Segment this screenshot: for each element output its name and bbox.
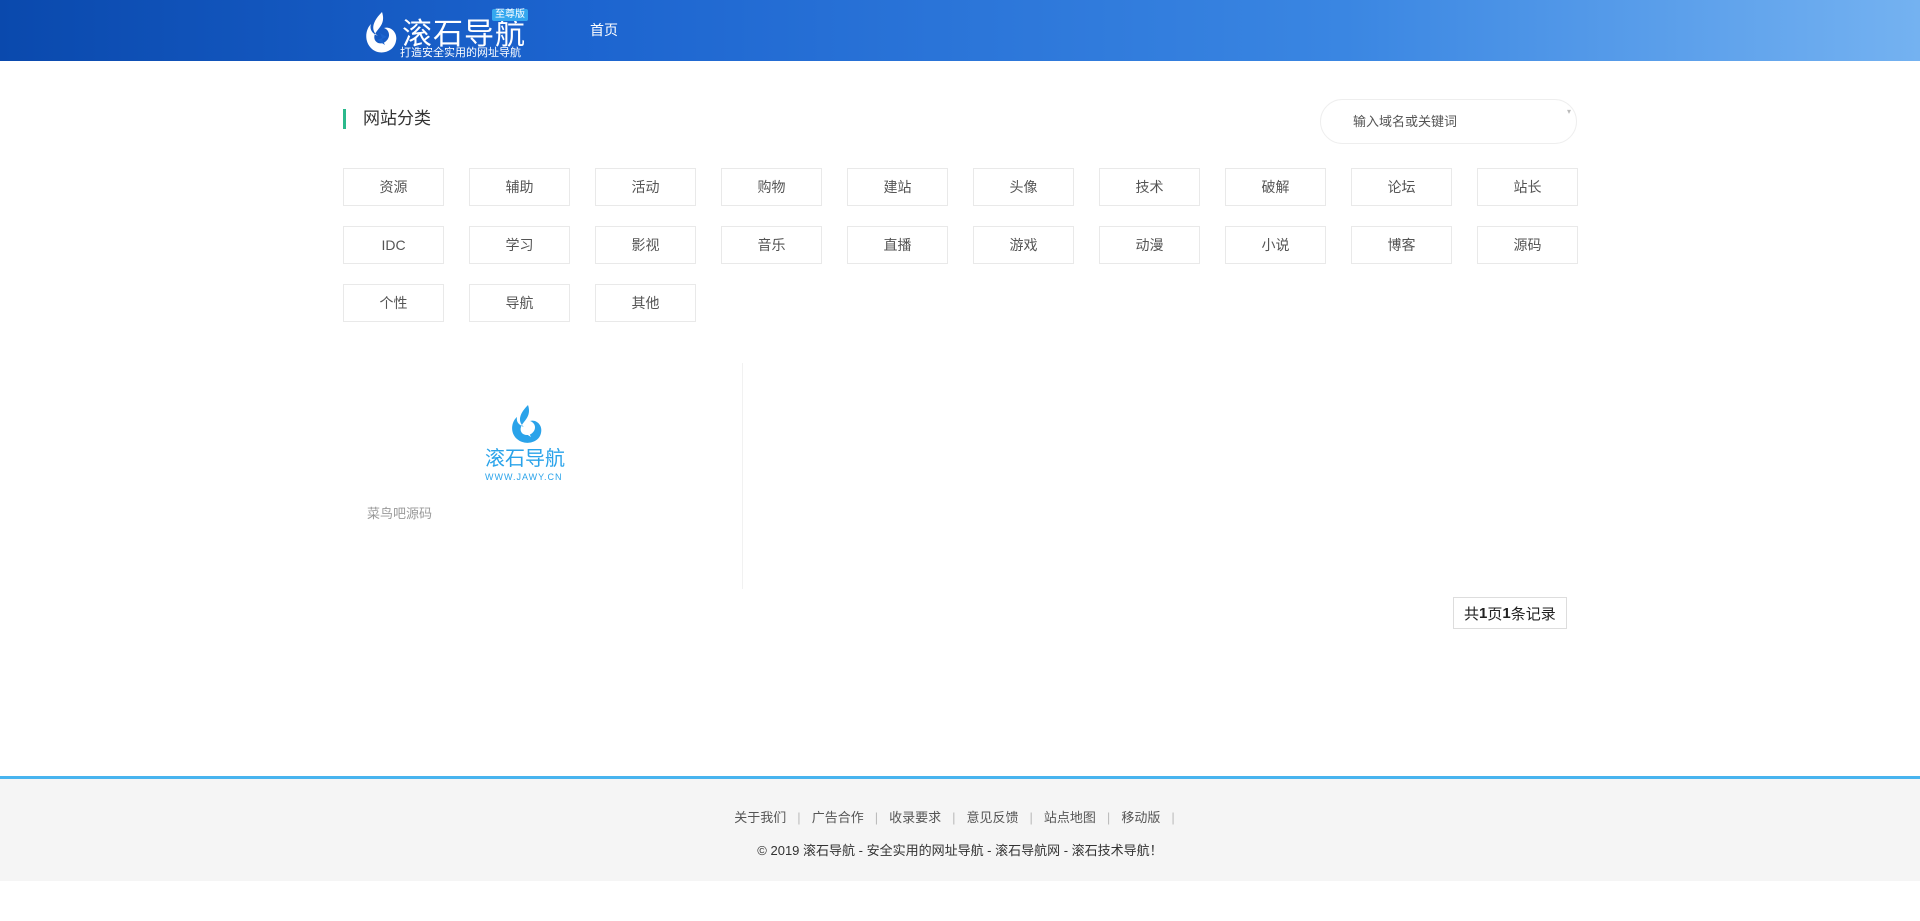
footer-separator: | xyxy=(874,810,879,825)
category-button[interactable]: 购物 xyxy=(721,168,822,206)
pagination-prefix: 共 xyxy=(1464,605,1480,623)
category-button[interactable]: 源码 xyxy=(1477,226,1578,264)
category-button[interactable]: 其他 xyxy=(595,284,696,322)
category-button[interactable]: IDC xyxy=(343,226,444,264)
site-card[interactable]: 滚石导航 WWW.JAWY.CN 菜鸟吧源码 xyxy=(343,363,743,589)
category-button[interactable]: 辅助 xyxy=(469,168,570,206)
pagination-middle: 页 xyxy=(1487,605,1503,623)
footer-separator: | xyxy=(952,810,956,825)
footer-link-about[interactable]: 关于我们 xyxy=(734,810,786,825)
footer-link-requirements[interactable]: 收录要求 xyxy=(889,810,941,825)
footer-link-ads[interactable]: 广告合作 xyxy=(812,810,864,825)
category-button[interactable]: 头像 xyxy=(973,168,1074,206)
site-card-logo[interactable]: 滚石导航 WWW.JAWY.CN xyxy=(483,403,568,483)
pagination-summary: 共 1 页 1 条记录 xyxy=(1453,597,1567,629)
category-button[interactable]: 导航 xyxy=(469,284,570,322)
category-button[interactable]: 音乐 xyxy=(721,226,822,264)
footer-link-feedback[interactable]: 意见反馈 xyxy=(967,810,1019,825)
header-bar: 滚石导航 至尊版 打造安全实用的网址导航 首页 xyxy=(0,0,1920,61)
category-button[interactable]: 站长 xyxy=(1477,168,1578,206)
logo-slogan: 打造安全实用的网址导航 xyxy=(400,47,521,59)
pagination-records: 1 xyxy=(1502,604,1511,622)
site-card-logo-url: WWW.JAWY.CN xyxy=(485,472,563,482)
category-button[interactable]: 技术 xyxy=(1099,168,1200,206)
section-title: 网站分类 xyxy=(343,109,431,129)
category-button[interactable]: 动漫 xyxy=(1099,226,1200,264)
site-card-name[interactable]: 菜鸟吧源码 xyxy=(367,503,432,522)
category-button[interactable]: 博客 xyxy=(1351,226,1452,264)
footer-separator: | xyxy=(1029,810,1033,825)
flame-logo-icon xyxy=(366,12,397,53)
footer: 关于我们 | 广告合作 | 收录要求 | 意见反馈 | 站点地图 | 移动版 | © 2019 滚石导… xyxy=(0,776,1920,881)
category-grid: 资源 辅助 活动 购物 建站 头像 技术 破解 论坛 站长 IDC 学习 影视 … xyxy=(343,168,1578,322)
category-button[interactable]: 破解 xyxy=(1225,168,1326,206)
category-button[interactable]: 论坛 xyxy=(1351,168,1452,206)
category-button[interactable]: 个性 xyxy=(343,284,444,322)
category-button[interactable]: 活动 xyxy=(595,168,696,206)
category-button[interactable]: 学习 xyxy=(469,226,570,264)
search-icon[interactable]: ▾ xyxy=(1567,108,1575,116)
footer-separator: | xyxy=(1106,810,1111,825)
footer-separator: | xyxy=(1171,810,1175,825)
category-button[interactable]: 建站 xyxy=(847,168,948,206)
nav-home-link[interactable]: 首页 xyxy=(590,20,618,40)
footer-link-sitemap[interactable]: 站点地图 xyxy=(1044,810,1096,825)
logo-badge: 至尊版 xyxy=(492,9,528,21)
category-button[interactable]: 影视 xyxy=(595,226,696,264)
footer-links: 关于我们 | 广告合作 | 收录要求 | 意见反馈 | 站点地图 | 移动版 | xyxy=(0,807,1920,826)
pagination-pages: 1 xyxy=(1479,604,1488,622)
search-input[interactable] xyxy=(1320,99,1577,144)
logo-text: 滚石导航 xyxy=(402,17,526,52)
footer-link-mobile[interactable]: 移动版 xyxy=(1121,810,1160,825)
category-button[interactable]: 游戏 xyxy=(973,226,1074,264)
site-card-logo-text: 滚石导航 xyxy=(485,448,565,470)
pagination-suffix: 条记录 xyxy=(1510,605,1556,623)
site-logo[interactable]: 滚石导航 至尊版 打造安全实用的网址导航 xyxy=(360,8,532,59)
category-button[interactable]: 资源 xyxy=(343,168,444,206)
copyright-text: © 2019 滚石导航 - 安全实用的网址导航 - 滚石导航网 - 滚石技术导航… xyxy=(757,843,1163,858)
footer-separator: | xyxy=(797,810,801,825)
category-button[interactable]: 直播 xyxy=(847,226,948,264)
flame-logo-icon xyxy=(512,405,542,443)
category-button[interactable]: 小说 xyxy=(1225,226,1326,264)
